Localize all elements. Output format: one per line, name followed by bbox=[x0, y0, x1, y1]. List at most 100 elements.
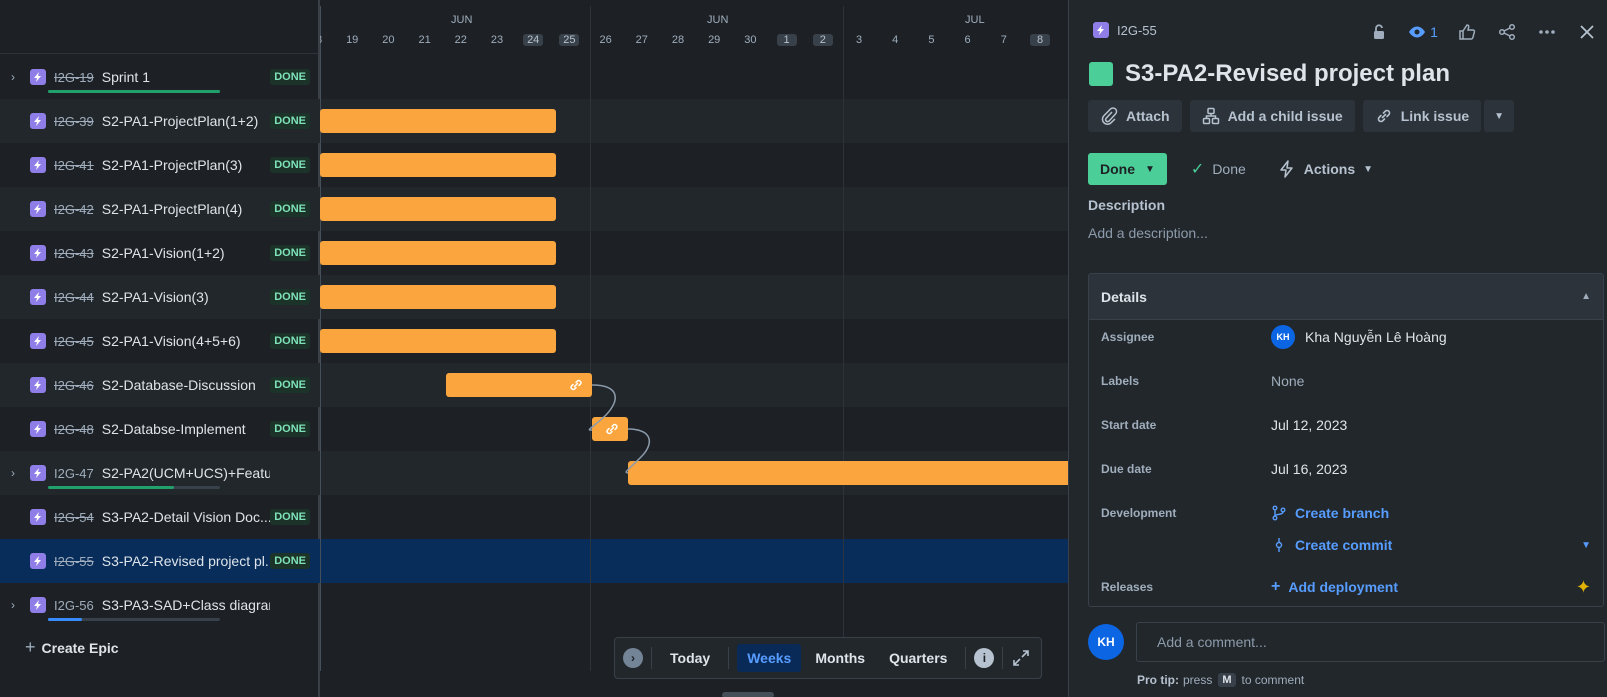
issue-key[interactable]: I2G-46 bbox=[54, 378, 94, 393]
epic-list-item[interactable]: I2G-48 S2-Databse-Implement DONE bbox=[0, 407, 320, 451]
issue-key[interactable]: I2G-43 bbox=[54, 246, 94, 261]
chevron-down-icon: ▼ bbox=[1145, 163, 1155, 175]
chevron-down-icon: ▼ bbox=[1363, 163, 1374, 175]
today-button[interactable]: Today bbox=[660, 644, 720, 672]
chevron-up-icon[interactable]: ▲ bbox=[1581, 291, 1591, 302]
issue-action-buttons: Attach Add a child issue Link issue ▼ bbox=[1088, 100, 1515, 132]
create-epic-button[interactable]: + Create Epic bbox=[25, 637, 119, 658]
issue-summary[interactable]: S3-PA3-SAD+Class diagrams bbox=[102, 597, 270, 613]
issue-key[interactable]: I2G-54 bbox=[54, 510, 94, 525]
start-date-value[interactable]: Jul 12, 2023 bbox=[1271, 417, 1347, 433]
chevron-down-icon[interactable]: ▼ bbox=[1581, 540, 1591, 551]
status-badge: DONE bbox=[270, 113, 310, 129]
add-deployment-link[interactable]: + Add deployment bbox=[1271, 578, 1398, 596]
close-icon[interactable] bbox=[1567, 18, 1607, 46]
status-row: Done ▼ ✓ Done Actions ▼ bbox=[1088, 153, 1373, 185]
due-date-field: Due date Jul 16, 2023 bbox=[1101, 461, 1348, 477]
issue-summary[interactable]: S2-Databse-Implement bbox=[102, 421, 270, 437]
comment-input[interactable]: Add a comment... bbox=[1136, 622, 1605, 662]
quarters-button[interactable]: Quarters bbox=[879, 644, 957, 672]
progress-bar bbox=[48, 90, 220, 93]
details-header[interactable]: Details ▲ bbox=[1089, 274, 1603, 320]
weeks-button[interactable]: Weeks bbox=[737, 644, 802, 672]
commit-icon bbox=[1275, 538, 1283, 552]
chevron-right-icon[interactable]: › bbox=[6, 70, 20, 84]
epic-list-item[interactable]: › I2G-56 S3-PA3-SAD+Class diagrams bbox=[0, 583, 320, 627]
issue-summary[interactable]: S3-PA2-Revised project pl... bbox=[102, 553, 270, 569]
issue-color-swatch[interactable] bbox=[1089, 62, 1113, 86]
thumbs-up-icon[interactable] bbox=[1447, 18, 1487, 46]
more-options-icon[interactable] bbox=[1527, 18, 1567, 46]
epic-icon bbox=[30, 245, 46, 261]
issue-key[interactable]: I2G-55 bbox=[1117, 23, 1157, 38]
attach-button[interactable]: Attach bbox=[1088, 100, 1182, 132]
sparkle-icon[interactable]: ✦ bbox=[1576, 577, 1591, 598]
epic-list-item[interactable]: › I2G-47 S2-PA2(UCM+UCS)+Feature-Co... bbox=[0, 451, 320, 495]
issue-key[interactable]: I2G-56 bbox=[54, 598, 94, 613]
epic-list-item[interactable]: I2G-39 S2-PA1-ProjectPlan(1+2) DONE bbox=[0, 99, 320, 143]
issue-summary[interactable]: S2-PA2(UCM+UCS)+Feature-Co... bbox=[102, 465, 270, 481]
create-branch-link[interactable]: Create branch bbox=[1271, 505, 1389, 521]
epic-list-item[interactable]: I2G-41 S2-PA1-ProjectPlan(3) DONE bbox=[0, 143, 320, 187]
list-header bbox=[0, 0, 318, 54]
issue-summary[interactable]: S2-PA1-Vision(1+2) bbox=[102, 245, 270, 261]
issue-summary[interactable]: Sprint 1 bbox=[102, 69, 270, 85]
epic-list-item[interactable]: I2G-42 S2-PA1-ProjectPlan(4) DONE bbox=[0, 187, 320, 231]
chevron-down-icon: ▼ bbox=[1494, 110, 1505, 122]
horizontal-scrollbar[interactable] bbox=[722, 692, 774, 697]
epic-list-item[interactable]: I2G-45 S2-PA1-Vision(4+5+6) DONE bbox=[0, 319, 320, 363]
due-date-value[interactable]: Jul 16, 2023 bbox=[1271, 461, 1347, 477]
issue-summary[interactable]: S2-Database-Discussion bbox=[102, 377, 270, 393]
chevron-right-icon[interactable]: › bbox=[623, 648, 643, 668]
actions-dropdown[interactable]: Actions ▼ bbox=[1278, 160, 1373, 178]
progress-bar bbox=[48, 486, 220, 489]
details-section: Details ▲ Assignee KH Kha Nguyễn Lê Hoàn… bbox=[1088, 273, 1604, 607]
chevron-right-icon[interactable]: › bbox=[6, 598, 20, 612]
assignee-value[interactable]: KH Kha Nguyễn Lê Hoàng bbox=[1271, 325, 1447, 349]
add-child-issue-button[interactable]: Add a child issue bbox=[1189, 100, 1355, 132]
fullscreen-icon[interactable] bbox=[1011, 648, 1031, 668]
epic-list-item[interactable]: I2G-43 S2-PA1-Vision(1+2) DONE bbox=[0, 231, 320, 275]
more-actions-dropdown[interactable]: ▼ bbox=[1483, 100, 1515, 132]
issue-summary[interactable]: S2-PA1-ProjectPlan(4) bbox=[102, 201, 270, 217]
epic-list-item[interactable]: I2G-46 S2-Database-Discussion DONE bbox=[0, 363, 320, 407]
issue-key[interactable]: I2G-19 bbox=[54, 70, 94, 85]
issue-key[interactable]: I2G-47 bbox=[54, 466, 94, 481]
info-icon[interactable]: i bbox=[974, 648, 995, 668]
description-field[interactable]: Add a description... bbox=[1088, 225, 1208, 241]
epic-list-item[interactable]: I2G-54 S3-PA2-Detail Vision Doc... DONE bbox=[0, 495, 320, 539]
labels-value[interactable]: None bbox=[1271, 373, 1304, 389]
issue-breadcrumb[interactable]: I2G-55 bbox=[1093, 22, 1157, 38]
share-icon[interactable] bbox=[1487, 18, 1527, 46]
epic-list-item[interactable]: › I2G-19 Sprint 1 DONE bbox=[0, 55, 320, 99]
lightning-icon bbox=[1280, 160, 1293, 178]
issue-summary[interactable]: S2-PA1-ProjectPlan(1+2) bbox=[102, 113, 270, 129]
timeline-grid[interactable]: JUN JUN JUL 1819202122232425262728293012… bbox=[320, 0, 1068, 697]
issue-title[interactable]: S3-PA2-Revised project plan bbox=[1125, 60, 1450, 88]
watch-button[interactable]: 1 bbox=[1399, 18, 1447, 46]
issue-summary[interactable]: S2-PA1-Vision(4+5+6) bbox=[102, 333, 270, 349]
issue-key[interactable]: I2G-48 bbox=[54, 422, 94, 437]
description-label: Description bbox=[1088, 197, 1166, 213]
paperclip-icon bbox=[1101, 107, 1118, 125]
months-button[interactable]: Months bbox=[805, 644, 875, 672]
issue-key[interactable]: I2G-44 bbox=[54, 290, 94, 305]
timeline-toolbar: › Today Weeks Months Quarters i bbox=[614, 637, 1042, 679]
lock-icon[interactable] bbox=[1359, 18, 1399, 46]
status-dropdown[interactable]: Done ▼ bbox=[1088, 153, 1167, 185]
create-commit-link[interactable]: Create commit bbox=[1271, 537, 1392, 553]
issue-summary[interactable]: S3-PA2-Detail Vision Doc... bbox=[102, 509, 270, 525]
issue-summary[interactable]: S2-PA1-ProjectPlan(3) bbox=[102, 157, 270, 173]
issue-key[interactable]: I2G-39 bbox=[54, 114, 94, 129]
issue-key[interactable]: I2G-41 bbox=[54, 158, 94, 173]
issue-key[interactable]: I2G-42 bbox=[54, 202, 94, 217]
epic-icon bbox=[30, 289, 46, 305]
plus-icon: + bbox=[25, 637, 36, 657]
link-issue-button[interactable]: Link issue bbox=[1362, 100, 1482, 132]
issue-key[interactable]: I2G-45 bbox=[54, 334, 94, 349]
epic-list-item[interactable]: I2G-44 S2-PA1-Vision(3) DONE bbox=[0, 275, 320, 319]
issue-summary[interactable]: S2-PA1-Vision(3) bbox=[102, 289, 270, 305]
chevron-right-icon[interactable]: › bbox=[6, 466, 20, 480]
epic-list-item[interactable]: I2G-55 S3-PA2-Revised project pl... DONE bbox=[0, 539, 320, 583]
issue-key[interactable]: I2G-55 bbox=[54, 554, 94, 569]
